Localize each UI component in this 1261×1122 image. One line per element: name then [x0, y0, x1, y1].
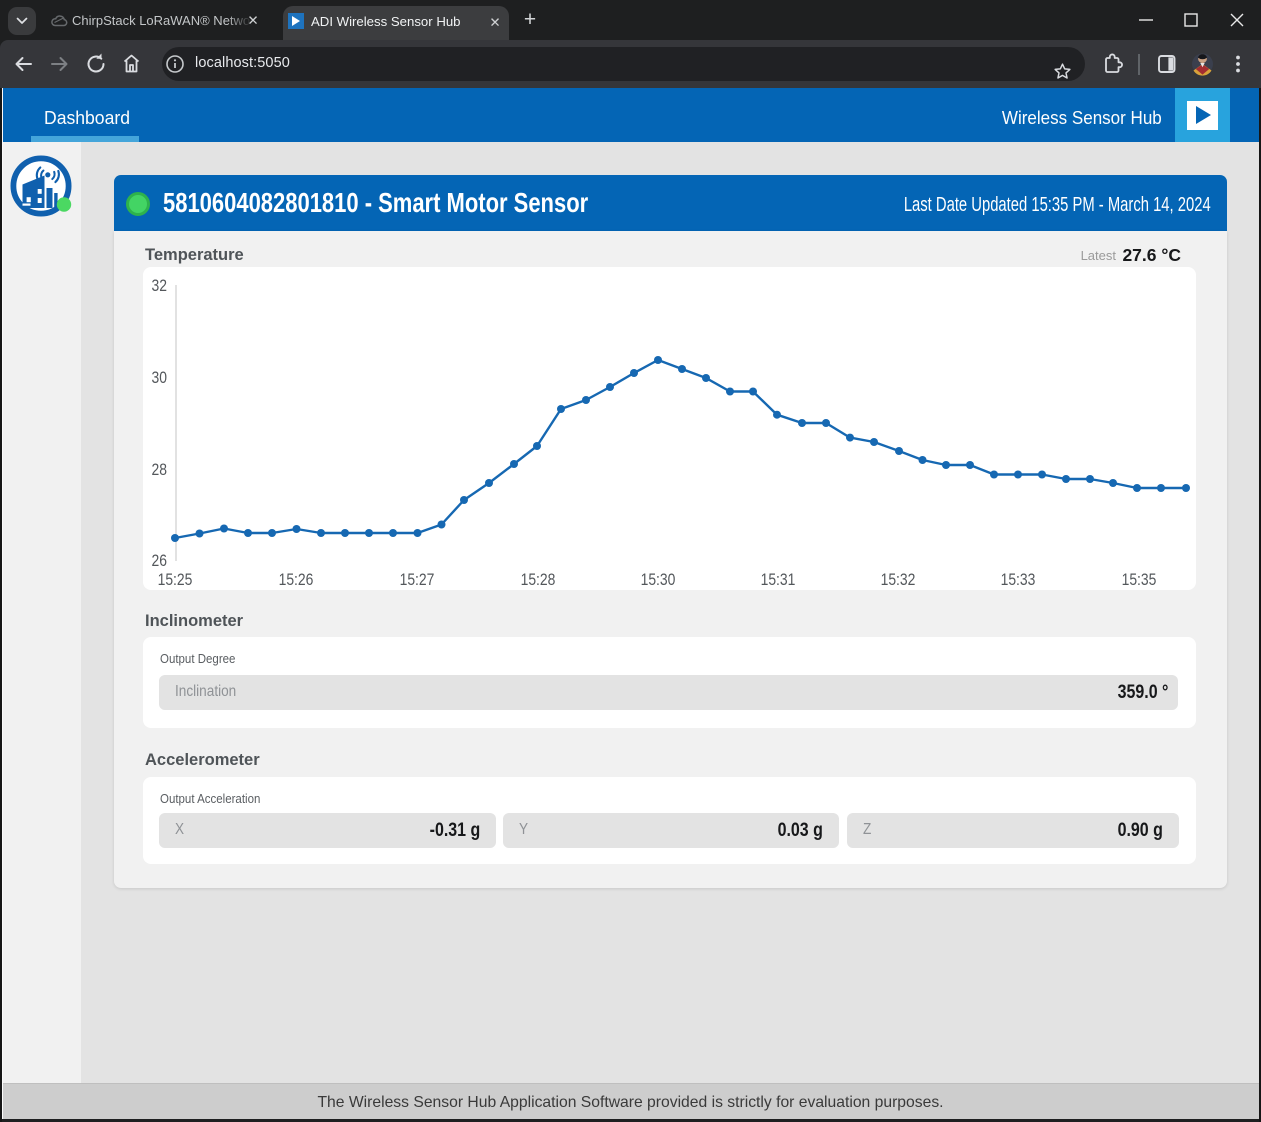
svg-text:30: 30: [152, 369, 168, 388]
svg-text:15:28: 15:28: [521, 571, 556, 590]
svg-text:15:35: 15:35: [1122, 571, 1157, 590]
svg-text:32: 32: [152, 277, 167, 296]
svg-text:15:27: 15:27: [400, 571, 435, 590]
svg-text:15:33: 15:33: [1001, 571, 1036, 590]
svg-text:26: 26: [152, 552, 167, 571]
svg-text:15:32: 15:32: [881, 571, 916, 590]
svg-text:15:26: 15:26: [279, 571, 314, 590]
svg-text:15:30: 15:30: [641, 571, 676, 590]
svg-text:28: 28: [152, 461, 167, 480]
svg-text:15:31: 15:31: [761, 571, 796, 590]
svg-text:15:25: 15:25: [158, 571, 193, 590]
